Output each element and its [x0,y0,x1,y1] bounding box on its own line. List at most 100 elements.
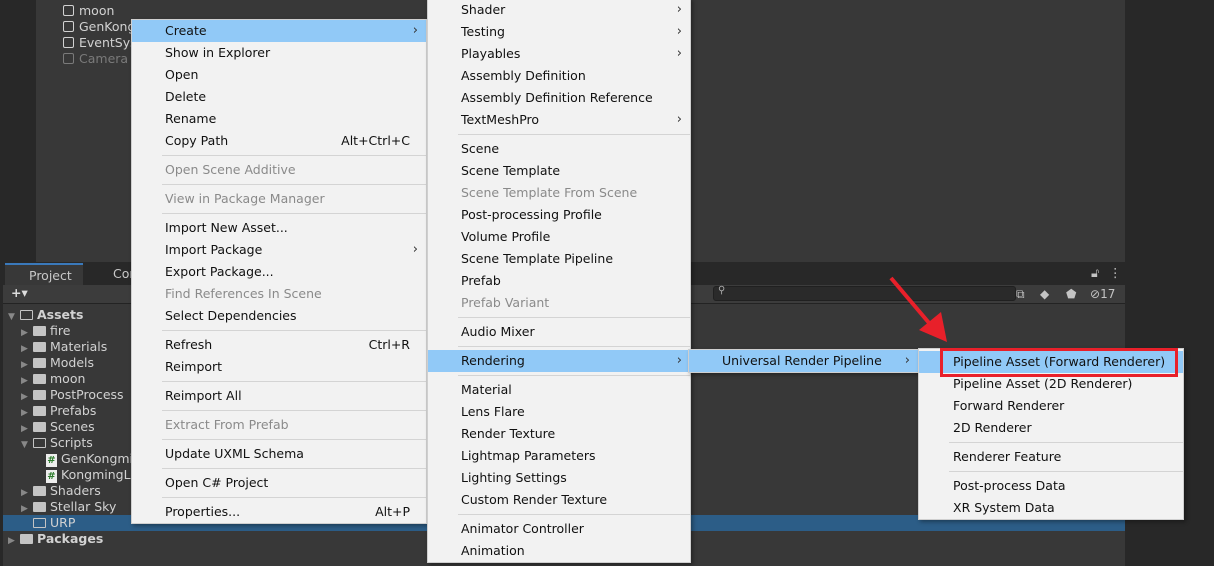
menu-item-animation[interactable]: Animation [428,540,690,562]
menu-item-2d-renderer[interactable]: 2D Renderer [919,417,1183,439]
red-arrow-annotation [889,276,947,342]
tree-item[interactable]: ▶ Stellar Sky [21,499,116,515]
rendering-submenu: Universal Render Pipeline › [688,349,919,373]
menu-item-scene-template-pipeline[interactable]: Scene Template Pipeline [428,248,690,270]
search-input[interactable]: ⚲ [713,285,1016,301]
menu-item-delete[interactable]: Delete [132,86,426,108]
tree-item[interactable]: ▼ Assets [8,307,83,323]
shortcut-label: Alt+Ctrl+C [341,133,410,148]
menu-item-properties[interactable]: Properties... Alt+P [132,501,426,523]
item-label: Scripts [50,435,93,450]
expand-arrow-icon[interactable]: ▼ [21,437,33,453]
menu-item-renderer-feature[interactable]: Renderer Feature [919,446,1183,468]
menu-item-export-package[interactable]: Export Package... [132,261,426,283]
tree-item[interactable]: ▼ Scripts [21,435,93,451]
menu-item-label: View in Package Manager [165,191,325,206]
menu-separator [428,314,690,321]
menu-item-create[interactable]: Create › [132,20,426,42]
menu-item-assembly-definition-reference[interactable]: Assembly Definition Reference [428,87,690,109]
tree-item[interactable]: ▶ Packages [8,531,103,547]
more-icon[interactable]: ⋮ [1109,265,1122,280]
menu-item-post-process-data[interactable]: Post-process Data [919,475,1183,497]
menu-item-reimport[interactable]: Reimport [132,356,426,378]
menu-item-testing[interactable]: Testing › [428,21,690,43]
menu-item-label: Material [461,382,512,397]
tree-item[interactable]: # GenKongmi [34,451,133,467]
menu-item-audio-mixer[interactable]: Audio Mixer [428,321,690,343]
menu-item-rendering[interactable]: Rendering › [428,350,690,372]
expand-arrow-icon[interactable]: ▶ [8,533,20,549]
menu-item-label: Forward Renderer [953,398,1065,413]
tree-item[interactable]: ▶ Prefabs [21,403,96,419]
menu-item-show-in-explorer[interactable]: Show in Explorer [132,42,426,64]
tree-item[interactable]: ▶ Shaders [21,483,101,499]
menu-item-label: Reimport [165,359,223,374]
item-label: GenKongmi [61,451,134,466]
menu-item-post-processing-profile[interactable]: Post-processing Profile [428,204,690,226]
menu-item-animator-controller[interactable]: Animator Controller [428,518,690,540]
menu-item-scene-template[interactable]: Scene Template [428,160,690,182]
menu-item-label: Render Texture [461,426,556,441]
lock-icon[interactable]: 🔓︎ [1091,265,1099,281]
menu-item-reimport-all[interactable]: Reimport All [132,385,426,407]
menu-item-rename[interactable]: Rename [132,108,426,130]
tab-label: Project [29,268,72,283]
tree-item[interactable]: # KongmingLa [34,467,138,483]
menu-item-custom-render-texture[interactable]: Custom Render Texture [428,489,690,511]
menu-item-view-in-package-manager: View in Package Manager [132,188,426,210]
menu-item-xr-system-data[interactable]: XR System Data [919,497,1183,519]
folder-icon [33,422,46,432]
menu-item-render-texture[interactable]: Render Texture [428,423,690,445]
chevron-right-icon: › [412,242,418,257]
menu-item-playables[interactable]: Playables › [428,43,690,65]
hierarchy-item[interactable]: EventSys [63,35,137,51]
menu-item-lighting-settings[interactable]: Lighting Settings [428,467,690,489]
menu-item-refresh[interactable]: Refresh Ctrl+R [132,334,426,356]
add-button[interactable]: +▾ [11,285,28,300]
hierarchy-item[interactable]: moon [63,3,114,19]
hierarchy-item[interactable]: GenKong [63,19,135,35]
menu-item-textmeshpro[interactable]: TextMeshPro › [428,109,690,131]
tree-item[interactable]: ▶ Scenes [21,419,95,435]
chevron-right-icon: › [676,112,682,127]
menu-item-prefab[interactable]: Prefab [428,270,690,292]
menu-item-open[interactable]: Open [132,64,426,86]
menu-item-select-dependencies[interactable]: Select Dependencies [132,305,426,327]
menu-item-copy-path[interactable]: Copy Path Alt+Ctrl+C [132,130,426,152]
menu-item-label: Import New Asset... [165,220,288,235]
label-icon[interactable]: ⬟ [1066,285,1076,303]
tree-item[interactable]: ▶ Models [21,355,94,371]
menu-item-lightmap-parameters[interactable]: Lightmap Parameters [428,445,690,467]
menu-item-assembly-definition[interactable]: Assembly Definition [428,65,690,87]
menu-item-universal-render-pipeline[interactable]: Universal Render Pipeline › [689,350,918,372]
hierarchy-item[interactable]: Camera [63,51,128,67]
menu-item-update-uxml-schema[interactable]: Update UXML Schema [132,443,426,465]
menu-item-lens-flare[interactable]: Lens Flare [428,401,690,423]
tree-item[interactable]: ▶ fire [21,323,70,339]
tree-item[interactable]: URP [21,515,75,531]
search-window-icon[interactable]: ⧉ [1016,285,1025,303]
menu-item-forward-renderer[interactable]: Forward Renderer [919,395,1183,417]
menu-item-open-c-project[interactable]: Open C# Project [132,472,426,494]
tree-item[interactable]: ▶ moon [21,371,85,387]
menu-item-label: Export Package... [165,264,274,279]
menu-item-open-scene-additive: Open Scene Additive [132,159,426,181]
folder-icon [33,342,46,352]
menu-item-label: Animation [461,543,525,558]
tab-project[interactable]: Project [5,263,83,285]
menu-item-volume-profile[interactable]: Volume Profile [428,226,690,248]
menu-item-material[interactable]: Material [428,379,690,401]
menu-item-import-package[interactable]: Import Package › [132,239,426,261]
tree-item[interactable]: ▶ Materials [21,339,107,355]
expand-arrow-icon[interactable]: ▼ [8,309,20,325]
menu-item-shader[interactable]: Shader › [428,0,690,21]
filter-by-type-icon[interactable]: ◆ [1040,285,1049,303]
menu-item-label: Universal Render Pipeline [722,353,882,368]
menu-item-scene[interactable]: Scene [428,138,690,160]
menu-item-label: Refresh [165,337,213,352]
item-label: Shaders [50,483,101,498]
hidden-packages-icon[interactable]: ⊘17 [1090,285,1115,303]
item-label: GenKong [79,19,136,34]
menu-item-import-new-asset[interactable]: Import New Asset... [132,217,426,239]
tree-item[interactable]: ▶ PostProcess [21,387,124,403]
